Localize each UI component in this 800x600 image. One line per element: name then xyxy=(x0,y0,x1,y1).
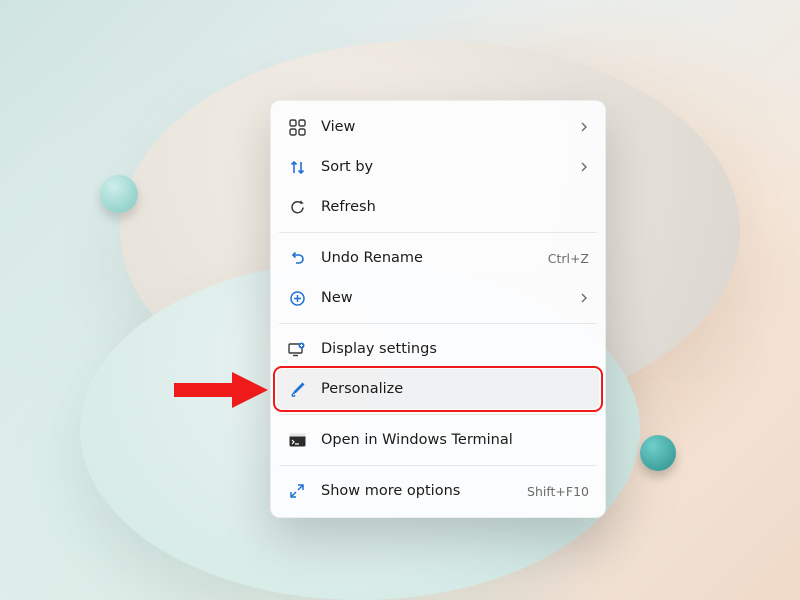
chevron-right-icon xyxy=(579,122,589,132)
terminal-icon xyxy=(287,430,307,450)
menu-separator xyxy=(279,414,597,415)
menu-item-view[interactable]: View xyxy=(277,107,599,147)
refresh-icon xyxy=(287,197,307,217)
menu-item-label: Open in Windows Terminal xyxy=(321,432,589,448)
desktop-wallpaper[interactable]: View Sort by Refresh xyxy=(0,0,800,600)
menu-item-sort[interactable]: Sort by xyxy=(277,147,599,187)
menu-item-label: Display settings xyxy=(321,341,589,357)
undo-icon xyxy=(287,248,307,268)
menu-item-label: New xyxy=(321,290,579,306)
chevron-right-icon xyxy=(579,162,589,172)
sort-icon xyxy=(287,157,307,177)
menu-separator xyxy=(279,465,597,466)
menu-item-accelerator: Ctrl+Z xyxy=(548,251,589,266)
annotation-arrow xyxy=(170,370,270,410)
plus-icon xyxy=(287,288,307,308)
desktop-context-menu: View Sort by Refresh xyxy=(270,100,606,518)
menu-item-label: Personalize xyxy=(321,381,589,397)
expand-icon xyxy=(287,481,307,501)
wallpaper-shape xyxy=(640,435,676,471)
menu-item-label: Sort by xyxy=(321,159,579,175)
wallpaper-shape xyxy=(100,175,138,213)
menu-item-new[interactable]: New xyxy=(277,278,599,318)
menu-item-personalize[interactable]: Personalize xyxy=(277,369,599,409)
menu-item-accelerator: Shift+F10 xyxy=(527,484,589,499)
menu-separator xyxy=(279,232,597,233)
menu-item-show-more-options[interactable]: Show more options Shift+F10 xyxy=(277,471,599,511)
menu-item-undo[interactable]: Undo Rename Ctrl+Z xyxy=(277,238,599,278)
menu-item-refresh[interactable]: Refresh xyxy=(277,187,599,227)
menu-item-label: Show more options xyxy=(321,483,519,499)
chevron-right-icon xyxy=(579,293,589,303)
display-settings-icon xyxy=(287,339,307,359)
menu-separator xyxy=(279,323,597,324)
menu-item-label: Refresh xyxy=(321,199,589,215)
menu-item-open-terminal[interactable]: Open in Windows Terminal xyxy=(277,420,599,460)
brush-icon xyxy=(287,379,307,399)
menu-item-label: View xyxy=(321,119,579,135)
menu-item-display-settings[interactable]: Display settings xyxy=(277,329,599,369)
grid-icon xyxy=(287,117,307,137)
menu-item-label: Undo Rename xyxy=(321,250,540,266)
